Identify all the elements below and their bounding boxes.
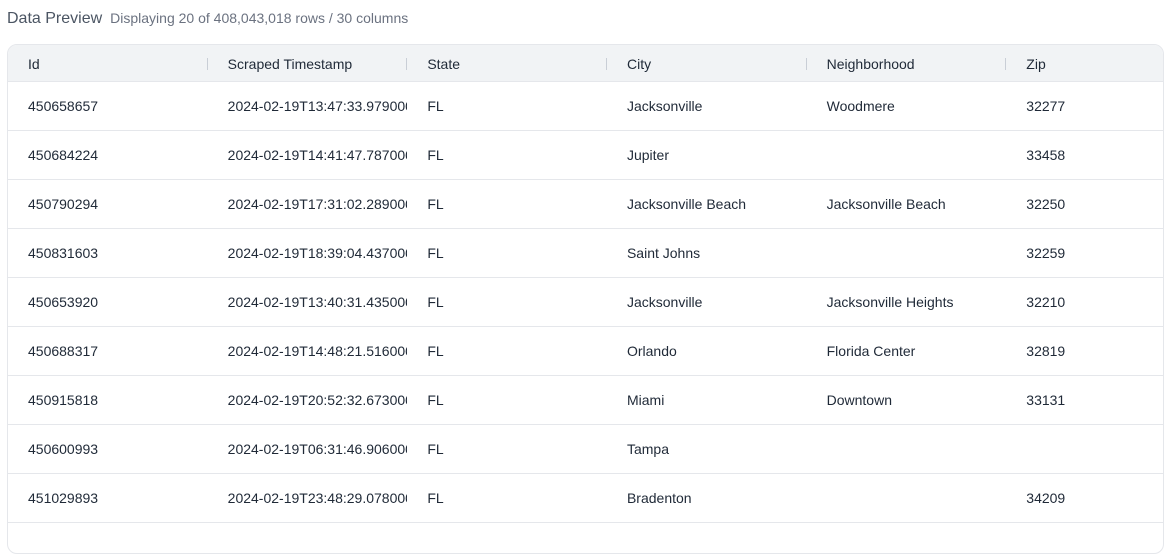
cell-zip: 34209	[1026, 490, 1066, 506]
cell-city: Jacksonville	[626, 294, 703, 310]
column-header-scraped-timestamp[interactable]: Scraped Timestamp	[208, 45, 408, 82]
cell-city: Bradenton	[626, 490, 692, 506]
table-row[interactable]: 450915818 2024-02-19T20:52:32.673000 FL …	[8, 376, 1163, 425]
cell-neighborhood: Woodmere	[826, 98, 895, 114]
cell-id: 450688317	[28, 343, 99, 359]
column-header-label: Scraped Timestamp	[227, 55, 353, 72]
column-header-label: City	[626, 55, 652, 72]
cell-city: Jacksonville Beach	[626, 196, 747, 212]
cell-scraped-timestamp: 2024-02-19T20:52:32.673000	[227, 392, 408, 408]
cell-state: FL	[427, 343, 444, 359]
row-count-summary: Displaying 20 of 408,043,018 rows / 30 c…	[110, 10, 409, 26]
cell-zip: 33458	[1026, 147, 1066, 163]
column-header-label: Zip	[1026, 55, 1046, 72]
cell-state: FL	[427, 441, 444, 457]
cell-id: 450658657	[28, 98, 99, 114]
table-row[interactable]: 451029893 2024-02-19T23:48:29.078000 FL …	[8, 474, 1163, 523]
table-row[interactable]: 450688317 2024-02-19T14:48:21.516000 FL …	[8, 327, 1163, 376]
cell-city: Jacksonville	[626, 98, 703, 114]
data-table: Id Scraped Timestamp State City Neighbor…	[7, 44, 1164, 554]
cell-neighborhood: Jacksonville Heights	[826, 294, 954, 310]
column-header-label: Id	[28, 55, 40, 72]
cell-city: Miami	[626, 392, 665, 408]
cell-state: FL	[427, 294, 444, 310]
cell-state: FL	[427, 147, 444, 163]
cell-state: FL	[427, 245, 444, 261]
cell-id: 450915818	[28, 392, 99, 408]
page-title: Data Preview	[7, 10, 103, 27]
cell-id: 450831603	[28, 245, 99, 261]
table-body: 450658657 2024-02-19T13:47:33.979000 FL …	[8, 82, 1163, 523]
cell-scraped-timestamp: 2024-02-19T23:48:29.078000	[227, 490, 408, 506]
cell-id: 450600993	[28, 441, 99, 457]
cell-city: Tampa	[626, 441, 669, 457]
column-header-zip[interactable]: Zip	[1006, 45, 1163, 82]
cell-state: FL	[427, 98, 444, 114]
table-row[interactable]: 450684224 2024-02-19T14:41:47.787000 FL …	[8, 131, 1163, 180]
cell-id: 451029893	[28, 490, 99, 506]
cell-state: FL	[427, 490, 444, 506]
column-header-label: Neighborhood	[826, 55, 915, 72]
cell-scraped-timestamp: 2024-02-19T14:48:21.516000	[227, 343, 408, 359]
cell-zip: 32250	[1026, 196, 1066, 212]
cell-scraped-timestamp: 2024-02-19T18:39:04.437000	[227, 245, 408, 261]
cell-zip: 32819	[1026, 343, 1066, 359]
cell-zip: 33131	[1026, 392, 1066, 408]
cell-zip: 32259	[1026, 245, 1066, 261]
cell-zip: 32277	[1026, 98, 1066, 114]
cell-zip: 32210	[1026, 294, 1066, 310]
cell-scraped-timestamp: 2024-02-19T14:41:47.787000	[227, 147, 408, 163]
table-header: Id Scraped Timestamp State City Neighbor…	[8, 45, 1163, 82]
cell-neighborhood: Downtown	[826, 392, 892, 408]
column-header-state[interactable]: State	[407, 45, 607, 82]
table-row[interactable]: 450658657 2024-02-19T13:47:33.979000 FL …	[8, 82, 1163, 131]
column-header-city[interactable]: City	[607, 45, 807, 82]
cell-neighborhood: Jacksonville Beach	[826, 196, 946, 212]
column-header-label: State	[427, 55, 461, 72]
cell-state: FL	[427, 196, 444, 212]
cell-city: Jupiter	[626, 147, 669, 163]
cell-scraped-timestamp: 2024-02-19T17:31:02.289000	[227, 196, 408, 212]
preview-header: Data Preview Displaying 20 of 408,043,01…	[7, 10, 408, 32]
table-row[interactable]: 450600993 2024-02-19T06:31:46.906000 FL …	[8, 425, 1163, 474]
cell-scraped-timestamp: 2024-02-19T13:40:31.435000	[227, 294, 408, 310]
cell-id: 450653920	[28, 294, 99, 310]
cell-city: Saint Johns	[626, 245, 701, 261]
cell-neighborhood: Florida Center	[826, 343, 916, 359]
cell-state: FL	[427, 392, 444, 408]
table-row[interactable]: 450653920 2024-02-19T13:40:31.435000 FL …	[8, 278, 1163, 327]
table-row[interactable]: 450831603 2024-02-19T18:39:04.437000 FL …	[8, 229, 1163, 278]
cell-id: 450684224	[28, 147, 99, 163]
column-header-neighborhood[interactable]: Neighborhood	[807, 45, 1007, 82]
cell-scraped-timestamp: 2024-02-19T06:31:46.906000	[227, 441, 408, 457]
cell-id: 450790294	[28, 196, 99, 212]
column-header-id[interactable]: Id	[8, 45, 208, 82]
cell-city: Orlando	[626, 343, 677, 359]
table-row[interactable]: 450790294 2024-02-19T17:31:02.289000 FL …	[8, 180, 1163, 229]
cell-scraped-timestamp: 2024-02-19T13:47:33.979000	[227, 98, 408, 114]
